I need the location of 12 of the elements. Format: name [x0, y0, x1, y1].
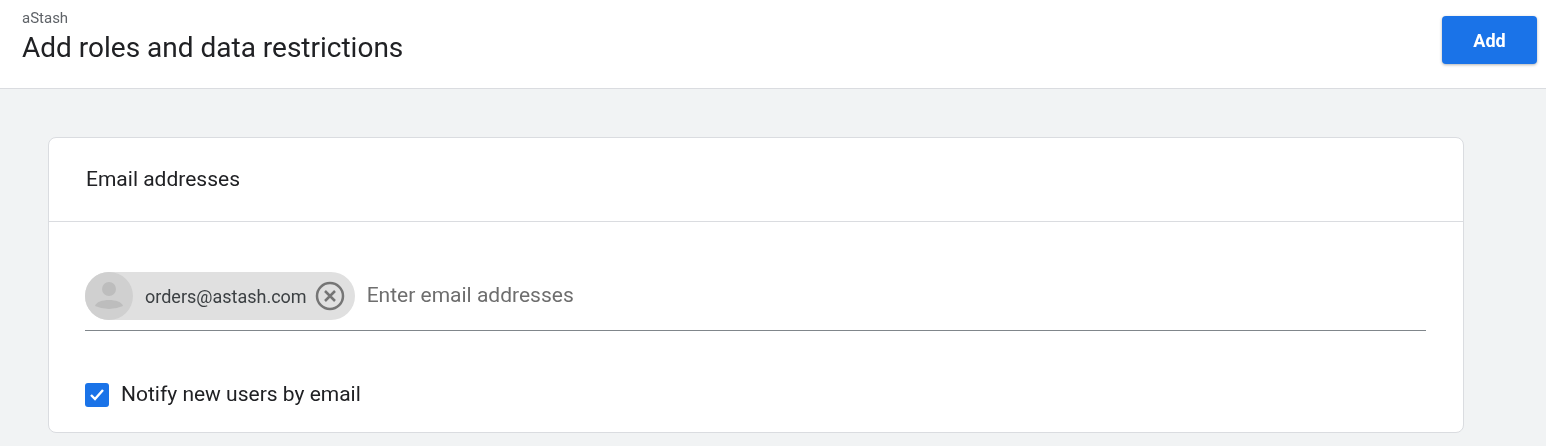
- person-icon: [85, 272, 133, 320]
- add-button[interactable]: Add: [1442, 16, 1537, 64]
- email-chip[interactable]: orders@astash.com: [85, 272, 355, 320]
- card-title: Email addresses: [86, 165, 240, 193]
- chip-email: orders@astash.com: [145, 284, 307, 309]
- notify-label: Notify new users by email: [121, 381, 361, 408]
- remove-icon[interactable]: [314, 281, 345, 311]
- email-input[interactable]: orders@astash.com Enter email addresses: [85, 272, 1426, 331]
- notify-checkbox[interactable]: [85, 382, 109, 407]
- page-title: Add roles and data restrictions: [22, 30, 404, 66]
- app-name: aStash: [22, 8, 70, 28]
- email-field[interactable]: Enter email addresses: [366, 280, 1426, 312]
